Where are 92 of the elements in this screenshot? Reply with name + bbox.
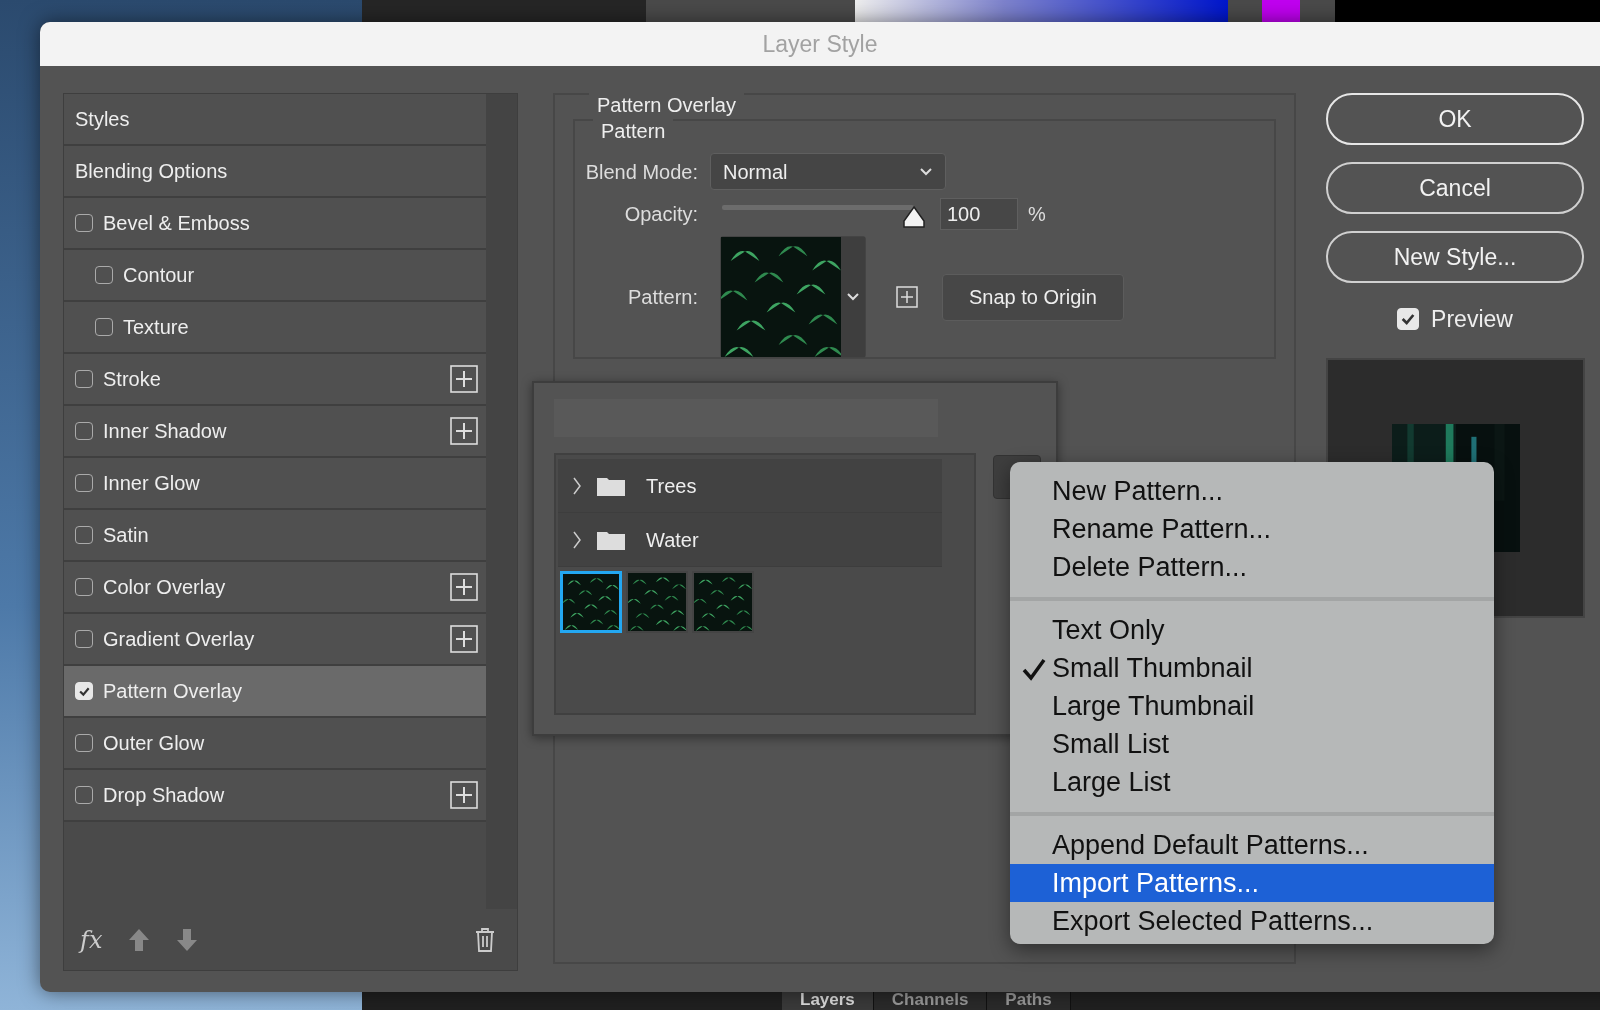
checkbox[interactable] (75, 422, 93, 440)
checkbox[interactable] (75, 214, 93, 232)
field-label: Blend Mode: (584, 159, 699, 185)
style-list-item[interactable]: Contour (64, 250, 486, 302)
opacity-input[interactable]: 100 (940, 198, 1018, 230)
pattern-swatch[interactable] (560, 571, 622, 633)
field-label: Opacity: (623, 202, 699, 227)
checkbox[interactable] (75, 786, 93, 804)
style-label: Pattern Overlay (103, 679, 242, 704)
up-arrow-icon[interactable] (128, 928, 151, 952)
menu-item[interactable]: Large List (1010, 763, 1494, 801)
preview-label: Preview (1431, 305, 1513, 334)
style-list-item[interactable]: Satin (64, 510, 486, 562)
panel-tab[interactable]: Layers (782, 990, 874, 1010)
style-list-item[interactable]: Stroke (64, 354, 486, 406)
panel-tab[interactable]: Paths (987, 990, 1071, 1010)
style-list-item[interactable]: Inner Shadow (64, 406, 486, 458)
checkbox[interactable] (75, 526, 93, 544)
chevron-down-icon (846, 292, 860, 302)
down-arrow-icon[interactable] (176, 928, 199, 952)
chevron-right-icon[interactable] (572, 475, 582, 496)
style-label: Gradient Overlay (103, 627, 255, 652)
menu-item[interactable]: Small List (1010, 725, 1494, 763)
slider-thumb[interactable] (902, 205, 926, 229)
menu-item[interactable]: Rename Pattern... (1010, 510, 1494, 548)
dialog-button[interactable]: OK (1326, 93, 1584, 145)
unit-label: % (1028, 202, 1046, 227)
style-list-item[interactable]: Texture (64, 302, 486, 354)
menu-item[interactable]: New Pattern... (1010, 472, 1494, 510)
color-swatch (1262, 0, 1300, 22)
checkbox[interactable] (95, 266, 113, 284)
menu-item[interactable]: Small Thumbnail (1010, 649, 1494, 687)
checkmark-icon (1400, 311, 1417, 328)
fx-button[interactable]: fx (80, 922, 103, 958)
menu-item[interactable]: Export Selected Patterns... (1010, 902, 1494, 940)
folder-name: Water (646, 527, 699, 553)
style-label: Drop Shadow (103, 783, 225, 808)
style-label: Inner Shadow (103, 419, 227, 444)
dialog-button[interactable]: Cancel (1326, 162, 1584, 214)
checkbox[interactable] (75, 734, 93, 752)
checkbox[interactable] (75, 578, 93, 596)
style-list-item[interactable]: Bevel & Emboss (64, 198, 486, 250)
style-label: Bevel & Emboss (103, 211, 250, 236)
checkbox[interactable] (75, 370, 93, 388)
style-list-item[interactable]: Blending Options (64, 146, 486, 198)
folder-name: Trees (646, 473, 697, 499)
style-label: Outer Glow (103, 731, 205, 756)
style-label: Inner Glow (103, 471, 200, 496)
pattern-swatch[interactable] (692, 571, 754, 633)
style-label: Stroke (103, 367, 161, 392)
checkbox[interactable] (95, 318, 113, 336)
style-label: Styles (75, 107, 130, 132)
field-label: Pattern: (626, 285, 699, 310)
checkbox[interactable] (75, 474, 93, 492)
chevron-down-icon (919, 166, 933, 177)
folder-row[interactable]: Trees (558, 459, 942, 513)
window-title: Layer Style (762, 29, 878, 59)
menu-item[interactable]: Text Only (1010, 611, 1494, 649)
style-label: Texture (123, 315, 189, 340)
add-icon[interactable] (450, 781, 478, 809)
folder-row[interactable]: Water (558, 513, 942, 567)
style-label: Blending Options (75, 159, 228, 184)
style-list-item[interactable]: Gradient Overlay (64, 614, 486, 666)
new-preset-icon[interactable] (896, 286, 918, 308)
style-list-item[interactable]: Inner Glow (64, 458, 486, 510)
add-icon[interactable] (450, 625, 478, 653)
group-title: Pattern Overlay (589, 93, 744, 117)
style-label: Satin (103, 523, 149, 548)
add-icon[interactable] (450, 365, 478, 393)
style-label: Contour (123, 263, 195, 288)
checkbox[interactable] (75, 630, 93, 648)
style-list-item[interactable]: Styles (64, 94, 486, 146)
menu-item[interactable]: Import Patterns... (1010, 864, 1494, 902)
menu-item[interactable]: Append Default Patterns... (1010, 826, 1494, 864)
add-icon[interactable] (450, 417, 478, 445)
trash-icon[interactable] (475, 928, 495, 952)
style-list-item[interactable]: Drop Shadow (64, 770, 486, 822)
scrollbar[interactable] (486, 94, 517, 909)
add-icon[interactable] (450, 573, 478, 601)
menu-item[interactable]: Large Thumbnail (1010, 687, 1494, 725)
pattern-swatch[interactable] (626, 571, 688, 633)
style-list-item[interactable]: Outer Glow (64, 718, 486, 770)
style-list-item[interactable]: Pattern Overlay (64, 666, 486, 718)
preview-checkbox[interactable] (1397, 308, 1420, 331)
chevron-right-icon[interactable] (572, 529, 582, 550)
snap-to-origin-button[interactable]: Snap to Origin (942, 273, 1124, 321)
dialog-button[interactable]: New Style... (1326, 231, 1584, 283)
checkmark-icon (1022, 657, 1046, 681)
blend-mode-dropdown[interactable]: Normal (710, 153, 946, 190)
style-label: Color Overlay (103, 575, 226, 600)
menu-item[interactable]: Delete Pattern... (1010, 548, 1494, 586)
style-list-item[interactable]: Color Overlay (64, 562, 486, 614)
